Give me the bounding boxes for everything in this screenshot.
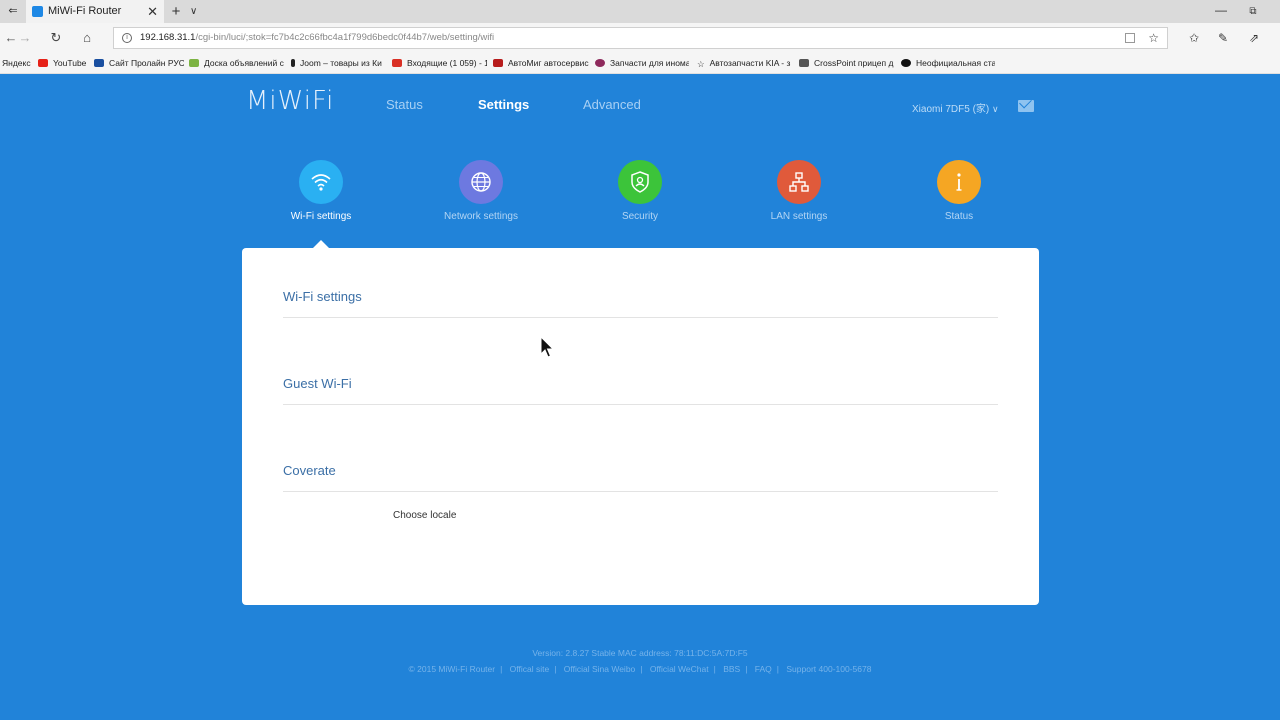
- wifi-icon: [299, 160, 343, 204]
- reading-view-icon[interactable]: [1125, 33, 1135, 43]
- globe-icon: [459, 160, 503, 204]
- bookmark-item[interactable]: Входящие (1 059) - 1: [392, 53, 487, 74]
- section-coverage[interactable]: Coverate: [283, 463, 336, 478]
- bookmark-item[interactable]: Запчасти для инома: [595, 53, 689, 74]
- footer-link[interactable]: Support 400-100-5678: [786, 664, 871, 674]
- category-label: LAN settings: [770, 211, 828, 222]
- category-label: Status: [944, 211, 974, 222]
- bookmark-item[interactable]: ☆ Автозапчасти KIA - з: [697, 53, 792, 74]
- category-network-settings[interactable]: Network settings: [421, 160, 541, 222]
- category-label: Network settings: [444, 211, 518, 222]
- shield-icon: [618, 160, 662, 204]
- minimize-icon[interactable]: —: [1214, 0, 1228, 23]
- favorites-hub-icon[interactable]: ✩: [1185, 29, 1203, 47]
- nav-advanced[interactable]: Advanced: [583, 97, 641, 112]
- bookmark-item[interactable]: Joom – товары из Ки: [291, 53, 385, 74]
- tab-bar: ⇐ MiWi-Fi Router ✕ + ∨ — ⧉: [0, 0, 1280, 23]
- settings-panel: Wi-Fi settings Guest Wi-Fi Coverate Choo…: [242, 248, 1039, 605]
- bookmark-item[interactable]: Яндекс: [2, 53, 32, 74]
- browser-tab[interactable]: MiWi-Fi Router ✕: [26, 0, 164, 23]
- chevron-down-icon: ∨: [992, 104, 999, 114]
- wifi-favicon-icon: [32, 6, 43, 17]
- info-icon[interactable]: i: [122, 33, 132, 43]
- divider: [283, 317, 998, 318]
- footer-link[interactable]: FAQ: [755, 664, 772, 674]
- bookmark-item[interactable]: YouTube: [38, 53, 90, 74]
- bookmark-item[interactable]: АвтоМиг автосервис: [493, 53, 589, 74]
- section-wifi-settings[interactable]: Wi-Fi settings: [283, 289, 362, 304]
- star-icon: ☆: [697, 59, 705, 69]
- footer-link[interactable]: BBS: [723, 664, 740, 674]
- category-lan-settings[interactable]: LAN settings: [739, 160, 859, 222]
- mouse-cursor-icon: [540, 336, 554, 358]
- classifieds-icon: [189, 59, 199, 67]
- footer-links: © 2015 MiWi-Fi Router | Offical site | Off…: [408, 664, 872, 674]
- divider: [283, 404, 998, 405]
- stats-icon: [901, 59, 911, 67]
- parts-icon: [595, 59, 605, 67]
- mail-icon[interactable]: [1018, 100, 1034, 112]
- category-label: Wi-Fi settings: [290, 211, 352, 222]
- new-tab-icon[interactable]: +: [168, 0, 184, 23]
- bookmark-item[interactable]: Сайт Пролайн РУС: [94, 53, 184, 74]
- category-wifi-settings[interactable]: Wi-Fi settings: [261, 160, 381, 222]
- section-guest-wifi[interactable]: Guest Wi-Fi: [283, 376, 352, 391]
- favorite-star-icon[interactable]: ☆: [1148, 28, 1159, 48]
- forward-icon[interactable]: →: [16, 29, 34, 47]
- home-icon[interactable]: ⌂: [78, 29, 96, 47]
- footer-version: Version: 2.8.27 Stable MAC address: 78:1…: [532, 648, 748, 658]
- device-selector[interactable]: Xiaomi 7DF5 (家) ∨: [912, 100, 999, 115]
- tab-dropdown-icon[interactable]: ∨: [190, 0, 197, 23]
- bookmark-item[interactable]: Неофициальная стат: [901, 53, 995, 74]
- footer-link[interactable]: Official Sina Weibo: [564, 664, 636, 674]
- footer-link[interactable]: Offical site: [510, 664, 550, 674]
- refresh-icon[interactable]: ↻: [47, 29, 65, 47]
- divider: [283, 491, 998, 492]
- active-pointer: [313, 240, 329, 248]
- category-security[interactable]: Security: [580, 160, 700, 222]
- miwifi-logo: MiWiFi: [246, 86, 335, 116]
- address-bar[interactable]: i 192.168.31.1/cgi-bin/luci/;stok=fc7b4c…: [113, 27, 1168, 49]
- restore-icon[interactable]: ⧉: [1246, 0, 1260, 23]
- device-name: Xiaomi 7DF5 (家): [912, 104, 990, 115]
- nav-status[interactable]: Status: [386, 97, 423, 112]
- tab-list-icon[interactable]: ⇐: [4, 3, 22, 19]
- footer-link[interactable]: Official WeChat: [650, 664, 709, 674]
- bookmark-item[interactable]: Доска объявлений с: [189, 53, 284, 74]
- choose-locale-label[interactable]: Choose locale: [393, 510, 456, 521]
- tab-title: MiWi-Fi Router: [48, 5, 122, 17]
- tab-close-icon[interactable]: ✕: [147, 0, 158, 23]
- share-icon[interactable]: ⇗: [1245, 29, 1263, 47]
- autoservice-icon: [493, 59, 503, 67]
- joom-icon: [291, 59, 295, 67]
- pen-icon[interactable]: ✎: [1214, 29, 1232, 47]
- bookmark-item[interactable]: CrossPoint прицеп д: [799, 53, 894, 74]
- browser-toolbar: ← → ↻ ⌂ i 192.168.31.1/cgi-bin/luci/;sto…: [0, 23, 1280, 53]
- category-label: Security: [621, 211, 659, 222]
- footer-copyright: © 2015 MiWi-Fi Router: [408, 664, 496, 674]
- info-icon: [937, 160, 981, 204]
- nav-settings[interactable]: Settings: [478, 97, 529, 112]
- category-status[interactable]: Status: [899, 160, 1019, 222]
- checkmark-icon: [94, 59, 104, 67]
- youtube-icon: [38, 59, 48, 67]
- bookmarks-bar: Яндекс YouTube Сайт Пролайн РУС Доска об…: [0, 53, 1280, 74]
- trailer-icon: [799, 59, 809, 67]
- network-icon: [777, 160, 821, 204]
- url-host: 192.168.31.1: [140, 32, 196, 43]
- mail-icon: [392, 59, 402, 67]
- url-path: /cgi-bin/luci/;stok=fc7b4c2c66fbc4a1f799…: [195, 32, 495, 43]
